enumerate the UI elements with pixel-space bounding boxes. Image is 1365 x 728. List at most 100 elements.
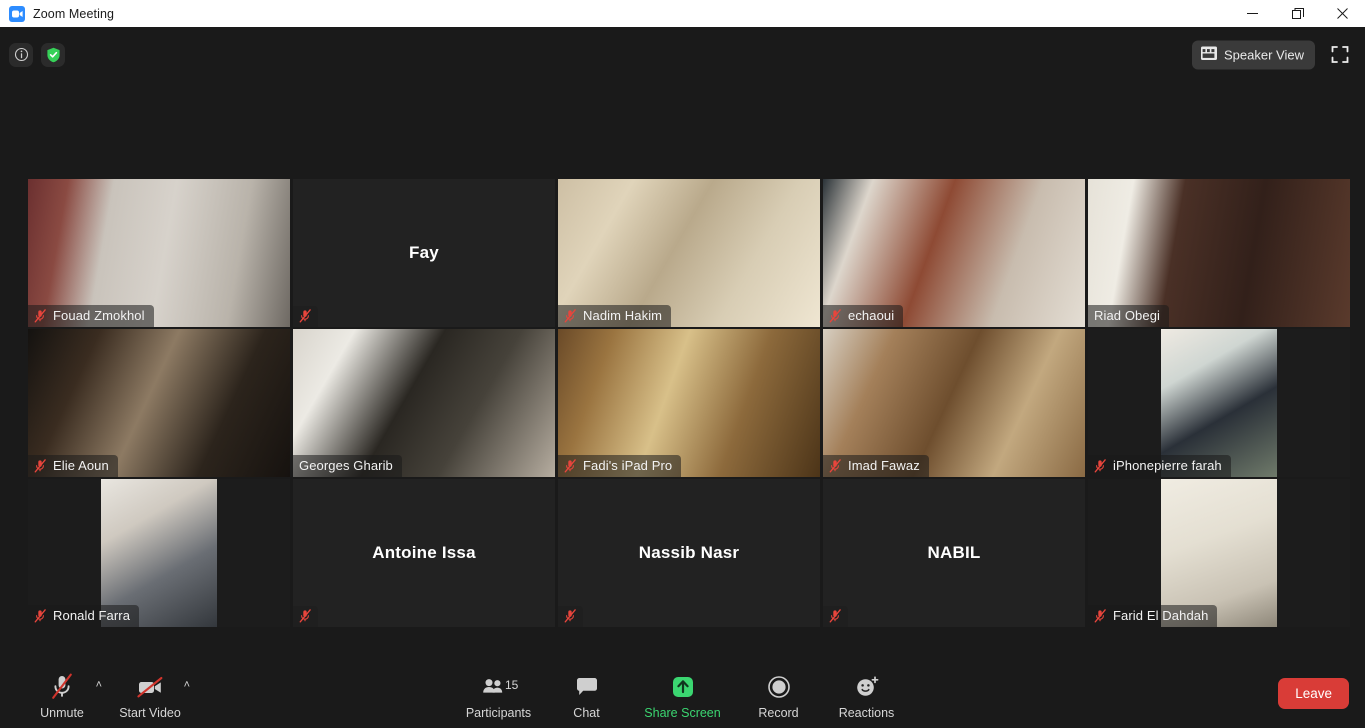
participant-name-label: echaoui: [848, 308, 895, 323]
participant-tile[interactable]: Nassib Nasr: [558, 479, 820, 627]
participant-name-bar: Georges Gharib: [293, 455, 402, 477]
participant-tile[interactable]: NABIL: [823, 479, 1085, 627]
participants-icon: 15: [478, 672, 520, 702]
participant-tile[interactable]: Fay: [293, 179, 555, 327]
muted-microphone-icon: [299, 609, 311, 623]
muted-microphone-icon: [1094, 608, 1106, 622]
share-screen-button[interactable]: Share Screen: [631, 666, 735, 720]
muted-microphone-icon: [564, 609, 576, 623]
record-button[interactable]: Record: [735, 666, 823, 720]
muted-microphone-icon: [299, 309, 311, 323]
close-button[interactable]: [1320, 0, 1365, 27]
participant-tile[interactable]: Nadim Hakim: [558, 179, 820, 327]
unmute-label: Unmute: [40, 706, 84, 720]
share-screen-icon: [671, 672, 695, 702]
audio-options-chevron-up-icon[interactable]: ˄: [96, 680, 102, 691]
participant-name-bar: Fouad Zmokhol: [28, 305, 154, 327]
participant-name-bar: echaoui: [823, 305, 904, 327]
participant-name-label: Riad Obegi: [1094, 308, 1161, 323]
participant-name-bar: [293, 606, 318, 627]
participant-tile[interactable]: Fouad Zmokhol: [28, 179, 290, 327]
speaker-view-button[interactable]: Speaker View: [1192, 40, 1315, 69]
participant-name-bar: [823, 606, 848, 627]
participant-name-label: Ronald Farra: [53, 608, 131, 623]
participant-name-label: Farid El Dahdah: [1113, 608, 1209, 623]
participant-name-center: NABIL: [927, 543, 981, 562]
participant-name-label: iPhonepierre farah: [1113, 458, 1222, 473]
info-icon[interactable]: [9, 42, 33, 67]
muted-microphone-icon: [34, 458, 46, 472]
window-titlebar: Zoom Meeting: [0, 0, 1365, 27]
fullscreen-icon[interactable]: [1325, 42, 1355, 68]
participant-tile[interactable]: Fadi's iPad Pro: [558, 329, 820, 477]
maximize-restore-button[interactable]: [1275, 0, 1320, 27]
muted-microphone-icon: [829, 458, 841, 472]
participant-name-bar: Farid El Dahdah: [1088, 605, 1218, 627]
video-stage: Fouad Zmokhol Fay Nadim Hakim echaoui Riad O…: [0, 82, 1365, 658]
participant-name-bar: Ronald Farra: [28, 605, 140, 627]
microphone-muted-icon: [49, 672, 75, 702]
chat-button[interactable]: Chat: [543, 666, 631, 720]
record-icon: [767, 672, 791, 702]
participant-tile[interactable]: Riad Obegi: [1088, 179, 1350, 327]
participant-tile[interactable]: Farid El Dahdah: [1088, 479, 1350, 627]
participant-name-bar: Imad Fawaz: [823, 455, 929, 477]
participant-tile[interactable]: Ronald Farra: [28, 479, 290, 627]
reactions-label: Reactions: [838, 706, 895, 720]
leave-button[interactable]: Leave: [1278, 678, 1349, 709]
toolbar-left-group: Unmute ˄ Start Video ˄: [18, 666, 194, 720]
participant-name-bar: [293, 306, 318, 327]
speaker-view-label: Speaker View: [1224, 47, 1304, 62]
participant-name-bar: Riad Obegi: [1088, 305, 1170, 327]
participant-tile[interactable]: Elie Aoun: [28, 329, 290, 477]
participant-name-bar: Nadim Hakim: [558, 305, 672, 327]
muted-microphone-icon: [564, 308, 576, 322]
reactions-smiley-icon: [854, 672, 880, 702]
grid-view-icon: [1201, 46, 1218, 63]
participants-button[interactable]: 15 Participants: [455, 666, 543, 720]
minimize-button[interactable]: [1230, 0, 1275, 27]
camera-off-icon: [135, 672, 165, 702]
window-title: Zoom Meeting: [33, 6, 115, 21]
participant-name-bar: Fadi's iPad Pro: [558, 455, 682, 477]
unmute-button[interactable]: Unmute ˄: [18, 666, 106, 720]
record-label: Record: [758, 706, 799, 720]
meeting-topbar: Speaker View: [0, 27, 1365, 82]
participant-grid: Fouad Zmokhol Fay Nadim Hakim echaoui Riad O…: [28, 179, 1350, 627]
participant-name-label: Elie Aoun: [53, 458, 109, 473]
participant-tile[interactable]: Imad Fawaz: [823, 329, 1085, 477]
muted-microphone-icon: [34, 308, 46, 322]
toolbar-right-group: Leave: [1278, 678, 1349, 709]
meeting-status-icons: [9, 42, 65, 67]
zoom-camera-icon: [9, 5, 25, 22]
chat-bubble-icon: [575, 672, 599, 702]
participant-name-label: Fouad Zmokhol: [53, 308, 145, 323]
start-video-button[interactable]: Start Video ˄: [106, 666, 194, 720]
video-options-chevron-up-icon[interactable]: ˄: [184, 680, 190, 691]
muted-microphone-icon: [34, 608, 46, 622]
chat-label: Chat: [573, 706, 600, 720]
participant-name-center: Antoine Issa: [372, 543, 476, 562]
participant-name-bar: Elie Aoun: [28, 455, 118, 477]
participant-name-bar: iPhonepierre farah: [1088, 455, 1231, 477]
meeting-toolbar: Unmute ˄ Start Video ˄ 15 Participants C…: [0, 658, 1365, 728]
participant-name-label: Imad Fawaz: [848, 458, 920, 473]
participants-label: Participants: [465, 706, 532, 720]
participant-name-label: Nadim Hakim: [583, 308, 663, 323]
participant-name-center: Fay: [409, 243, 439, 262]
participant-tile[interactable]: echaoui: [823, 179, 1085, 327]
muted-microphone-icon: [564, 458, 576, 472]
muted-microphone-icon: [1094, 458, 1106, 472]
participant-name-center: Nassib Nasr: [638, 543, 740, 562]
participant-name-label: Georges Gharib: [299, 458, 393, 473]
muted-microphone-icon: [829, 308, 841, 322]
window-controls: [1230, 0, 1365, 27]
view-controls: Speaker View: [1192, 40, 1355, 69]
encryption-shield-icon[interactable]: [41, 42, 65, 67]
reactions-button[interactable]: Reactions: [823, 666, 911, 720]
participant-name-label: Fadi's iPad Pro: [583, 458, 673, 473]
participant-tile[interactable]: iPhonepierre farah: [1088, 329, 1350, 477]
participant-tile[interactable]: Georges Gharib: [293, 329, 555, 477]
participant-tile[interactable]: Antoine Issa: [293, 479, 555, 627]
svg-text:15: 15: [505, 678, 519, 692]
